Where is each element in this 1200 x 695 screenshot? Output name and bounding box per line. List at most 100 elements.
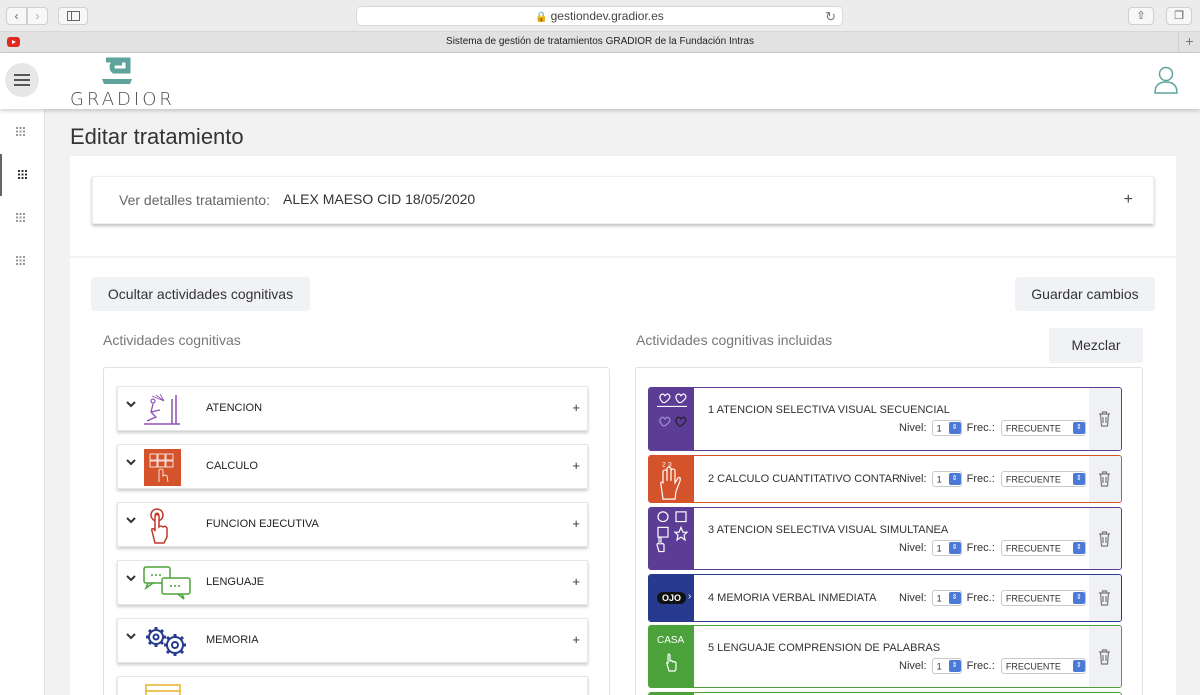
select-arrows-icon: ⇕ [948, 592, 961, 604]
add-plus-icon[interactable]: + [572, 400, 580, 415]
sidebar-icon [67, 11, 80, 21]
expand-plus-icon[interactable]: + [1124, 191, 1133, 209]
activity-item[interactable]: OJO › 4 MEMORIA VERBAL INMEDIATA Nivel: … [648, 574, 1122, 622]
category-funcion-ejecutiva[interactable]: FUNCION EJECUTIVA + [117, 502, 588, 547]
category-memoria[interactable]: MEMORIA + [117, 618, 588, 663]
add-plus-icon[interactable]: + [572, 458, 580, 473]
category-partial[interactable] [117, 676, 588, 695]
select-arrows-icon: ⇕ [1072, 542, 1085, 554]
activity-title: 4 MEMORIA VERBAL INMEDIATA [708, 592, 877, 604]
delete-activity-button[interactable] [1089, 626, 1121, 687]
frec-label: Frec.: [966, 473, 995, 485]
frequency-select[interactable]: FRECUENTE ⇕ [1000, 420, 1086, 436]
arrow-right-icon: › [688, 591, 692, 602]
level-select[interactable]: 1 ⇕ [931, 658, 962, 674]
activity-controls: Nivel: 1 ⇕ Frec.: FRECUENTE ⇕ [899, 420, 1086, 436]
activity-title: 3 ATENCION SELECTIVA VISUAL SIMULTANEA [708, 524, 949, 536]
chevron-down-icon[interactable] [126, 574, 136, 582]
activity-item[interactable]: CASA 5 LENGUAJE COMPRENSION DE PALABRAS … [648, 625, 1122, 688]
chevron-down-icon[interactable] [126, 458, 136, 466]
add-plus-icon[interactable]: + [572, 574, 580, 589]
activity-thumbnail-ojo: OJO › [649, 575, 694, 621]
gradior-logo[interactable]: GRADIOR [70, 57, 172, 110]
frequency-select[interactable]: FRECUENTE ⇕ [1000, 471, 1086, 487]
rail-item-2[interactable] [0, 154, 45, 196]
select-arrows-icon: ⇕ [1072, 592, 1085, 604]
frec-label: Frec.: [966, 422, 995, 434]
hide-activities-button[interactable]: Ocultar actividades cognitivas [91, 277, 310, 311]
activity-controls: Nivel: 1 ⇕ Frec.: FRECUENTE ⇕ [899, 590, 1086, 606]
rail-item-3[interactable] [0, 197, 45, 239]
frequency-select[interactable]: FRECUENTE ⇕ [1000, 540, 1086, 556]
chevron-down-icon[interactable] [126, 516, 136, 524]
select-arrows-icon: ⇕ [1072, 422, 1085, 434]
frequency-select[interactable]: FRECUENTE ⇕ [1000, 658, 1086, 674]
attention-icon [144, 393, 180, 425]
tab-title[interactable]: Sistema de gestión de tratamientos GRADI… [446, 32, 754, 52]
frec-label: Frec.: [966, 542, 995, 554]
forward-button[interactable]: › [27, 7, 48, 25]
activity-controls: Nivel: 1 ⇕ Frec.: FRECUENTE ⇕ [899, 658, 1086, 674]
add-plus-icon[interactable]: + [572, 632, 580, 647]
level-select[interactable]: 1 ⇕ [931, 420, 962, 436]
delete-activity-button[interactable] [1089, 456, 1121, 502]
trash-icon [1099, 411, 1110, 427]
category-label: ATENCION [206, 402, 263, 414]
activity-controls: Nivel: 1 ⇕ Frec.: FRECUENTE ⇕ [899, 540, 1086, 556]
delete-activity-button[interactable] [1089, 575, 1121, 621]
share-icon: ⇧ [1136, 10, 1146, 22]
activity-item[interactable]: 1 ATENCION SELECTIVA VISUAL SECUENCIAL N… [648, 387, 1122, 451]
details-label: Ver detalles tratamiento: [119, 192, 270, 208]
nivel-label: Nivel: [899, 592, 927, 604]
available-activities-heading: Actividades cognitivas [103, 332, 241, 348]
grid-icon [16, 256, 25, 265]
new-tab-button[interactable]: + [1178, 32, 1200, 52]
level-select[interactable]: 1 ⇕ [931, 590, 962, 606]
youtube-icon[interactable] [7, 37, 20, 47]
hamburger-menu-button[interactable] [5, 63, 39, 97]
app-header: GRADIOR [0, 53, 1200, 110]
rail-item-1[interactable] [0, 111, 45, 153]
activity-item[interactable]: 3 ATENCION SELECTIVA VISUAL SIMULTANEA N… [648, 507, 1122, 570]
trash-icon [1099, 531, 1110, 547]
category-atencion[interactable]: ATENCION + [117, 386, 588, 431]
activity-thumbnail-shapes-icon [649, 508, 694, 569]
activity-thumbnail-casa: CASA [649, 626, 694, 687]
grid-icon [16, 213, 25, 222]
select-arrows-icon: ⇕ [948, 422, 961, 434]
mix-button[interactable]: Mezclar [1049, 328, 1143, 363]
back-button[interactable]: ‹ [6, 7, 27, 25]
delete-activity-button[interactable] [1089, 388, 1121, 450]
chevron-down-icon[interactable] [126, 400, 136, 408]
frec-label: Frec.: [966, 660, 995, 672]
chevron-down-icon[interactable] [126, 632, 136, 640]
add-plus-icon[interactable]: + [572, 516, 580, 531]
tabs-overview-button[interactable]: ❐ [1166, 7, 1192, 25]
details-value: ALEX MAESO CID 18/05/2020 [283, 191, 476, 207]
nivel-label: Nivel: [899, 422, 927, 434]
browser-toolbar: ‹ › 🔒 gestiondev.gradior.es ↻ ⇧ ❐ [0, 0, 1200, 32]
share-button[interactable]: ⇧ [1128, 7, 1154, 25]
select-arrows-icon: ⇕ [948, 473, 961, 485]
rail-item-4[interactable] [0, 240, 45, 282]
level-select[interactable]: 1 ⇕ [931, 540, 962, 556]
lock-icon: 🔒 [535, 12, 548, 23]
category-lenguaje[interactable]: LENGUAJE + [117, 560, 588, 605]
select-arrows-icon: ⇕ [1072, 473, 1085, 485]
address-bar[interactable]: 🔒 gestiondev.gradior.es ↻ [356, 6, 843, 26]
reload-icon[interactable]: ↻ [825, 7, 836, 26]
category-calculo[interactable]: CALCULO + [117, 444, 588, 489]
save-changes-button[interactable]: Guardar cambios [1015, 277, 1155, 311]
trash-icon [1099, 471, 1110, 487]
sidebar-toggle-button[interactable] [58, 7, 88, 25]
frequency-select[interactable]: FRECUENTE ⇕ [1000, 590, 1086, 606]
activity-controls: Nivel: 1 ⇕ Frec.: FRECUENTE ⇕ [899, 471, 1086, 487]
level-select[interactable]: 1 ⇕ [931, 471, 962, 487]
treatment-details-card[interactable]: Ver detalles tratamiento: ALEX MAESO CID… [92, 176, 1154, 224]
nivel-label: Nivel: [899, 660, 927, 672]
delete-activity-button[interactable] [1089, 508, 1121, 569]
trash-icon [1099, 649, 1110, 665]
user-profile-icon[interactable] [1154, 66, 1178, 94]
activity-item[interactable]: 2 3 2 CALCULO CUANTITATIVO CONTAR Nivel:… [648, 455, 1122, 503]
page-title: Editar tratamiento [70, 124, 244, 149]
